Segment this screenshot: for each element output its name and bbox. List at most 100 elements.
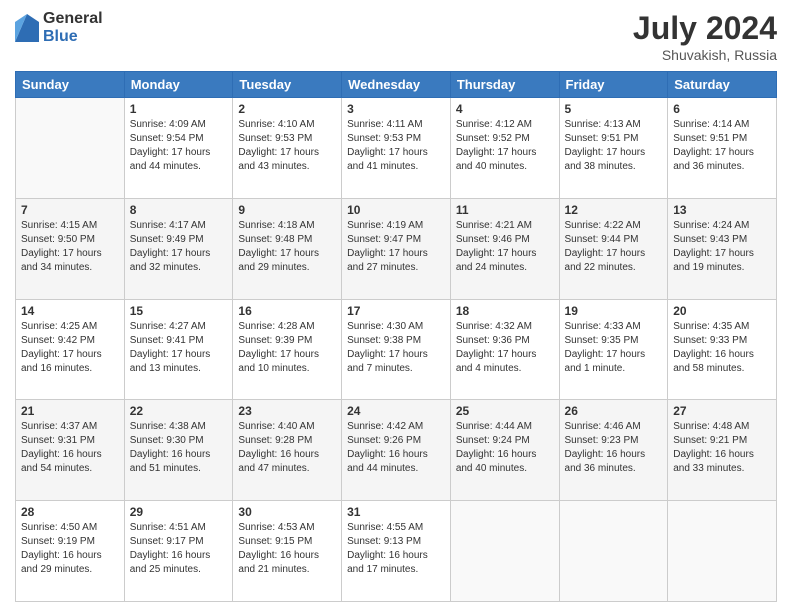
day-cell: 9Sunrise: 4:18 AMSunset: 9:48 PMDaylight… (233, 198, 342, 299)
day-info: Sunrise: 4:22 AMSunset: 9:44 PMDaylight:… (565, 219, 663, 275)
day-info: Sunrise: 4:32 AMSunset: 9:36 PMDaylight:… (456, 320, 554, 376)
day-info: Sunrise: 4:27 AMSunset: 9:41 PMDaylight:… (130, 320, 228, 376)
logo: General Blue (15, 10, 103, 45)
day-number: 17 (347, 304, 445, 318)
day-cell: 5 Sunrise: 4:13 AMSunset: 9:51 PMDaylight… (559, 98, 668, 199)
day-number: 6 (673, 102, 771, 116)
logo-blue-text: Blue (43, 28, 103, 46)
day-cell: 10Sunrise: 4:19 AMSunset: 9:47 PMDayligh… (342, 198, 451, 299)
day-cell (559, 501, 668, 602)
day-info: Sunrise: 4:51 AMSunset: 9:17 PMDaylight:… (130, 521, 228, 577)
day-number: 19 (565, 304, 663, 318)
day-cell (668, 501, 777, 602)
logo-icon (15, 14, 39, 42)
day-info: Sunrise: 4:25 AMSunset: 9:42 PMDaylight:… (21, 320, 119, 376)
day-cell: 21 Sunrise: 4:37 AMSunset: 9:31 PMDayligh… (16, 400, 125, 501)
day-cell: 29 Sunrise: 4:51 AMSunset: 9:17 PMDayligh… (124, 501, 233, 602)
day-info: Sunrise: 4:24 AMSunset: 9:43 PMDaylight:… (673, 219, 771, 275)
day-number: 2 (238, 102, 336, 116)
day-cell: 14 Sunrise: 4:25 AMSunset: 9:42 PMDayligh… (16, 299, 125, 400)
day-number: 16 (238, 304, 336, 318)
day-info: Sunrise: 4:13 AMSunset: 9:51 PMDaylight:… (565, 118, 663, 174)
title-block: July 2024 Shuvakish, Russia (633, 10, 777, 63)
day-cell: 20 Sunrise: 4:35 AMSunset: 9:33 PMDayligh… (668, 299, 777, 400)
day-number: 1 (130, 102, 228, 116)
day-info: Sunrise: 4:10 AMSunset: 9:53 PMDaylight:… (238, 118, 336, 174)
day-info: Sunrise: 4:35 AMSunset: 9:33 PMDaylight:… (673, 320, 771, 376)
day-number: 5 (565, 102, 663, 116)
day-number: 3 (347, 102, 445, 116)
logo-text: General Blue (43, 10, 103, 45)
day-cell: 2 Sunrise: 4:10 AMSunset: 9:53 PMDaylight… (233, 98, 342, 199)
day-cell: 22 Sunrise: 4:38 AMSunset: 9:30 PMDayligh… (124, 400, 233, 501)
day-cell: 17 Sunrise: 4:30 AMSunset: 9:38 PMDayligh… (342, 299, 451, 400)
week-row-2: 7 Sunrise: 4:15 AMSunset: 9:50 PMDaylight… (16, 198, 777, 299)
day-cell: 7 Sunrise: 4:15 AMSunset: 9:50 PMDaylight… (16, 198, 125, 299)
day-cell: 24 Sunrise: 4:42 AMSunset: 9:26 PMDayligh… (342, 400, 451, 501)
day-number: 31 (347, 505, 445, 519)
day-number: 14 (21, 304, 119, 318)
calendar: Sunday Monday Tuesday Wednesday Thursday… (15, 71, 777, 602)
day-info: Sunrise: 4:42 AMSunset: 9:26 PMDaylight:… (347, 420, 445, 476)
col-saturday: Saturday (668, 72, 777, 98)
day-info: Sunrise: 4:28 AMSunset: 9:39 PMDaylight:… (238, 320, 336, 376)
day-cell: 26Sunrise: 4:46 AMSunset: 9:23 PMDayligh… (559, 400, 668, 501)
day-cell: 3Sunrise: 4:11 AMSunset: 9:53 PMDaylight… (342, 98, 451, 199)
day-cell: 1 Sunrise: 4:09 AMSunset: 9:54 PMDaylight… (124, 98, 233, 199)
day-info: Sunrise: 4:38 AMSunset: 9:30 PMDaylight:… (130, 420, 228, 476)
page: General Blue July 2024 Shuvakish, Russia… (0, 0, 792, 612)
day-info: Sunrise: 4:44 AMSunset: 9:24 PMDaylight:… (456, 420, 554, 476)
col-friday: Friday (559, 72, 668, 98)
day-info: Sunrise: 4:46 AMSunset: 9:23 PMDaylight:… (565, 420, 663, 476)
day-info: Sunrise: 4:53 AMSunset: 9:15 PMDaylight:… (238, 521, 336, 577)
day-number: 13 (673, 203, 771, 217)
day-info: Sunrise: 4:37 AMSunset: 9:31 PMDaylight:… (21, 420, 119, 476)
day-info: Sunrise: 4:14 AMSunset: 9:51 PMDaylight:… (673, 118, 771, 174)
week-row-5: 28Sunrise: 4:50 AMSunset: 9:19 PMDayligh… (16, 501, 777, 602)
logo-general-text: General (43, 10, 103, 28)
day-info: Sunrise: 4:55 AMSunset: 9:13 PMDaylight:… (347, 521, 445, 577)
day-number: 27 (673, 404, 771, 418)
day-number: 22 (130, 404, 228, 418)
day-number: 20 (673, 304, 771, 318)
day-number: 7 (21, 203, 119, 217)
day-cell: 19Sunrise: 4:33 AMSunset: 9:35 PMDayligh… (559, 299, 668, 400)
day-info: Sunrise: 4:09 AMSunset: 9:54 PMDaylight:… (130, 118, 228, 174)
col-tuesday: Tuesday (233, 72, 342, 98)
day-cell (16, 98, 125, 199)
day-cell: 8 Sunrise: 4:17 AMSunset: 9:49 PMDaylight… (124, 198, 233, 299)
col-sunday: Sunday (16, 72, 125, 98)
day-cell: 6 Sunrise: 4:14 AMSunset: 9:51 PMDaylight… (668, 98, 777, 199)
day-number: 25 (456, 404, 554, 418)
day-number: 29 (130, 505, 228, 519)
day-number: 23 (238, 404, 336, 418)
day-number: 8 (130, 203, 228, 217)
day-cell: 27Sunrise: 4:48 AMSunset: 9:21 PMDayligh… (668, 400, 777, 501)
subtitle: Shuvakish, Russia (633, 47, 777, 63)
day-info: Sunrise: 4:12 AMSunset: 9:52 PMDaylight:… (456, 118, 554, 174)
day-cell: 13 Sunrise: 4:24 AMSunset: 9:43 PMDayligh… (668, 198, 777, 299)
day-cell: 11Sunrise: 4:21 AMSunset: 9:46 PMDayligh… (450, 198, 559, 299)
day-number: 24 (347, 404, 445, 418)
week-row-3: 14 Sunrise: 4:25 AMSunset: 9:42 PMDayligh… (16, 299, 777, 400)
header-row: Sunday Monday Tuesday Wednesday Thursday… (16, 72, 777, 98)
day-cell: 12 Sunrise: 4:22 AMSunset: 9:44 PMDayligh… (559, 198, 668, 299)
day-cell: 30Sunrise: 4:53 AMSunset: 9:15 PMDayligh… (233, 501, 342, 602)
col-thursday: Thursday (450, 72, 559, 98)
day-number: 18 (456, 304, 554, 318)
day-info: Sunrise: 4:30 AMSunset: 9:38 PMDaylight:… (347, 320, 445, 376)
day-number: 10 (347, 203, 445, 217)
day-info: Sunrise: 4:17 AMSunset: 9:49 PMDaylight:… (130, 219, 228, 275)
main-title: July 2024 (633, 10, 777, 47)
week-row-1: 1 Sunrise: 4:09 AMSunset: 9:54 PMDaylight… (16, 98, 777, 199)
day-info: Sunrise: 4:15 AMSunset: 9:50 PMDaylight:… (21, 219, 119, 275)
day-cell: 25 Sunrise: 4:44 AMSunset: 9:24 PMDayligh… (450, 400, 559, 501)
day-number: 15 (130, 304, 228, 318)
week-row-4: 21 Sunrise: 4:37 AMSunset: 9:31 PMDayligh… (16, 400, 777, 501)
day-number: 21 (21, 404, 119, 418)
day-number: 4 (456, 102, 554, 116)
day-cell: 16 Sunrise: 4:28 AMSunset: 9:39 PMDayligh… (233, 299, 342, 400)
day-cell: 31 Sunrise: 4:55 AMSunset: 9:13 PMDayligh… (342, 501, 451, 602)
day-number: 12 (565, 203, 663, 217)
col-monday: Monday (124, 72, 233, 98)
